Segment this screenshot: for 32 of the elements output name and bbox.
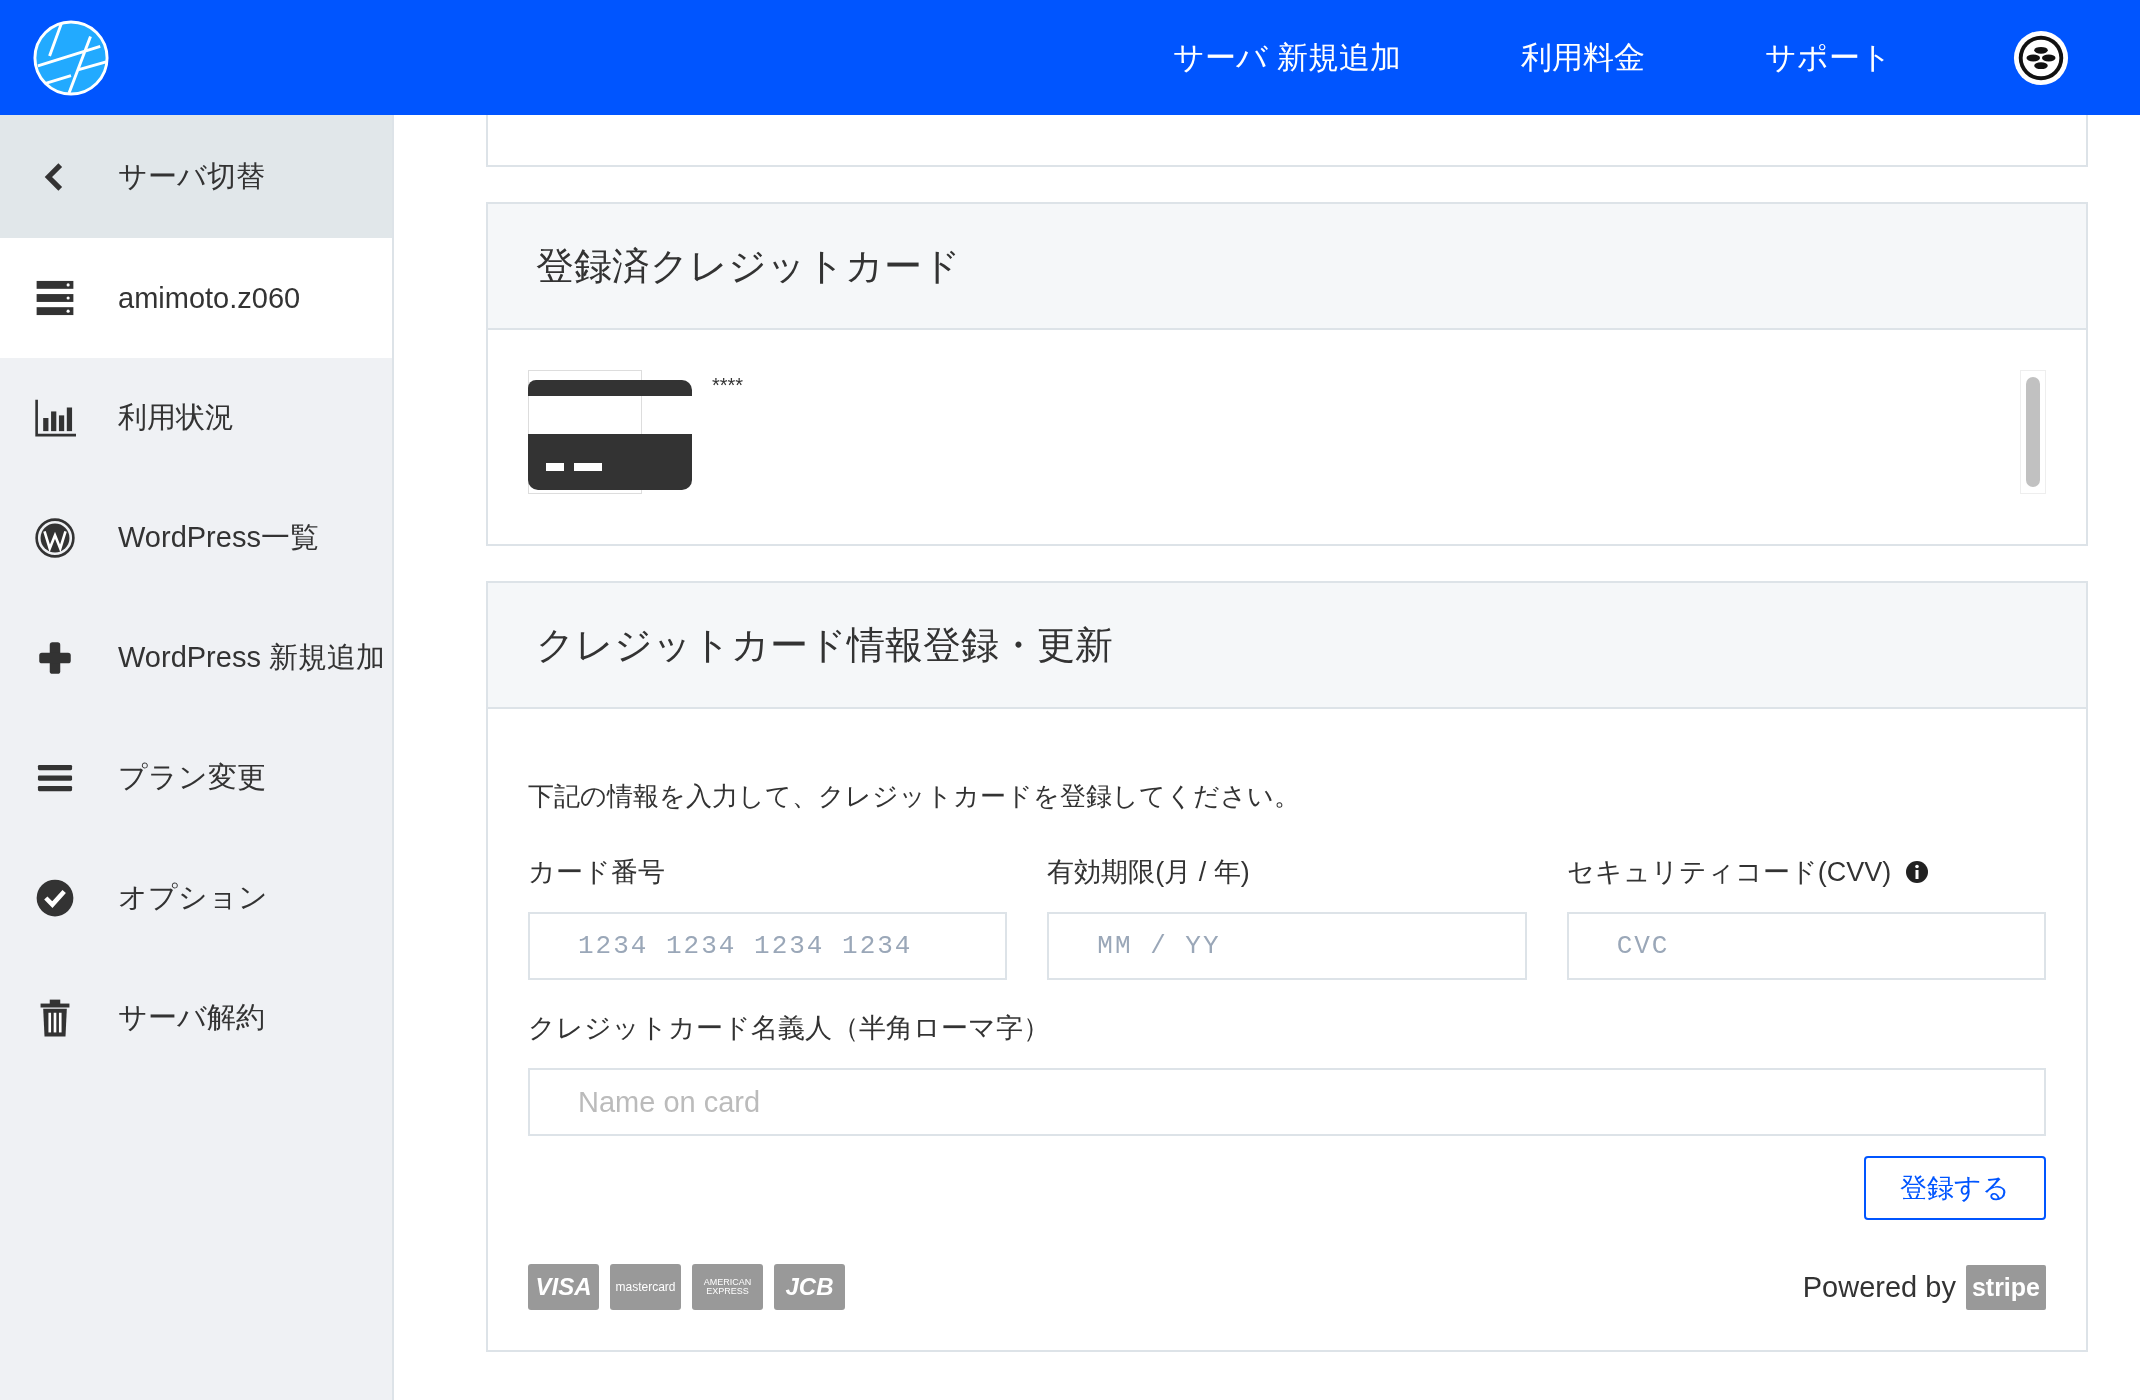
check-circle-icon bbox=[34, 877, 76, 919]
nav-link[interactable]: サーバ 新規追加 bbox=[1113, 36, 1461, 79]
card-number: **** bbox=[712, 374, 744, 398]
credit-card-icon bbox=[528, 370, 692, 494]
input-field[interactable]: Name on card bbox=[528, 1068, 2046, 1136]
logo-icon[interactable] bbox=[32, 18, 110, 97]
input-field[interactable]: 1234 1234 1234 1234 bbox=[528, 912, 1008, 980]
field-label: カード番号 bbox=[528, 856, 665, 889]
card-brand-logo: VISA bbox=[528, 1264, 599, 1310]
input-field[interactable]: MM / YY bbox=[1047, 912, 1527, 980]
field-label: セキュリティコード(CVV) bbox=[1566, 856, 1892, 889]
wordpress-icon bbox=[34, 517, 76, 559]
nav-link[interactable]: サポート bbox=[1705, 36, 1952, 79]
field-label: 有効期限(月 / 年) bbox=[1047, 856, 1250, 889]
description: 下記の情報を入力して、クレジットカードを登録してください。 bbox=[528, 780, 1301, 813]
powered-by-text: Powered by bbox=[1802, 1270, 1956, 1304]
stripe-logo: stripe bbox=[1965, 1264, 2046, 1310]
input-field[interactable]: CVC bbox=[1566, 912, 2046, 980]
register-button[interactable]: 登録する bbox=[1864, 1156, 2046, 1220]
bar-chart-icon bbox=[34, 397, 76, 439]
server-switch-item[interactable]: サーバ切替 bbox=[0, 115, 392, 238]
panel-title: 登録済クレジットカード bbox=[536, 243, 961, 289]
account-icon[interactable] bbox=[2012, 28, 2070, 87]
panel-title: クレジットカード情報登録・更新 bbox=[536, 622, 1113, 668]
sidebar-item[interactable]: amimoto.z060 bbox=[0, 238, 392, 358]
card-brand-logo: AMERICAN EXPRESS bbox=[692, 1264, 763, 1310]
card-brand-logo: mastercard bbox=[610, 1264, 681, 1310]
field-label: クレジットカード名義人（半角ローマ字） bbox=[528, 1012, 1050, 1045]
nav-link[interactable]: 利用料金 bbox=[1461, 36, 1705, 79]
scrollbar[interactable] bbox=[2020, 370, 2046, 494]
card-brand-logo: JCB bbox=[774, 1264, 845, 1310]
info-icon[interactable] bbox=[1905, 860, 1930, 884]
